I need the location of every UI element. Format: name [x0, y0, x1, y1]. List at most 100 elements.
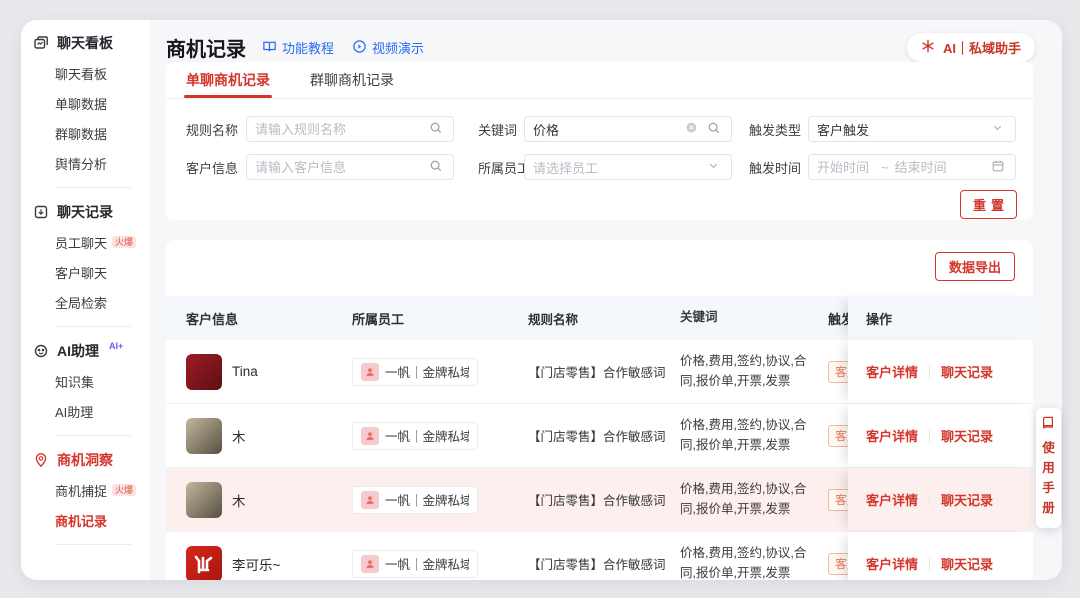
sidebar-group-opportunity-insight[interactable]: 商机洞察 [21, 445, 150, 475]
divider [929, 558, 930, 570]
customer-detail-link[interactable]: 客户详情 [866, 426, 918, 445]
sidebar-item-group-chat-data[interactable]: 群聊数据 [21, 118, 150, 148]
employee-chip[interactable]: 一帆｜金牌私域... [352, 550, 478, 578]
customer-name: Tina [232, 364, 258, 379]
trigger-type-select[interactable]: 客户触发 [808, 116, 1016, 142]
customer-info-input-box [246, 154, 454, 180]
employee-label: 所属员工 [478, 158, 530, 177]
sidebar-group-label: AI助理 [57, 341, 99, 361]
book-icon [262, 39, 278, 55]
actions-cell: 客户详情 聊天记录 [848, 532, 1033, 580]
divider [55, 435, 132, 436]
chat-record-link[interactable]: 聊天记录 [941, 426, 993, 445]
main-header: 商机记录 功能教程 视频演示 [166, 30, 1035, 64]
chat-record-link[interactable]: 聊天记录 [941, 362, 993, 381]
customer-name: 木 [232, 426, 246, 446]
start-time-input[interactable] [817, 160, 875, 175]
reset-button[interactable]: 重置 [960, 190, 1017, 219]
customer-info-label: 客户信息 [186, 158, 238, 177]
sidebar-item-customer-chat[interactable]: 客户聊天 [21, 257, 150, 287]
sidebar-item-opportunity-capture[interactable]: 商机捕捉 火爆 [21, 475, 150, 505]
divider [929, 430, 930, 442]
keyword-label: 关键词 [478, 120, 517, 139]
search-icon[interactable] [707, 121, 723, 137]
employee-chip[interactable]: 一帆｜金牌私域... [352, 358, 478, 386]
calendar-icon [991, 159, 1007, 175]
ai-logo-icon [921, 39, 937, 55]
keywords: 价格,费用,签约,协议,合同,报价单,开票,发票 [680, 352, 828, 391]
end-time-input[interactable] [895, 160, 985, 175]
table-row: Tina 一帆｜金牌私域... 【门店零售】合作敏感词 价格,费用,签约,协议,… [166, 340, 1033, 404]
table-card: 数据导出 客户信息 所属员工 规则名称 关键词 触发类型 操作 Tina [166, 240, 1033, 580]
sidebar-group-chat-records[interactable]: 聊天记录 [21, 197, 150, 227]
sidebar-item-opportunity-records[interactable]: 商机记录 [21, 505, 150, 535]
employee-chip[interactable]: 一帆｜金牌私域... [352, 486, 478, 514]
hot-badge: 火爆 [112, 236, 136, 249]
chat-record-link[interactable]: 聊天记录 [941, 490, 993, 509]
divider [55, 544, 132, 545]
rule-name: 【门店零售】合作敏感词 [528, 426, 680, 445]
divider [55, 187, 132, 188]
tabs: 单聊商机记录 群聊商机记录 [166, 62, 1033, 99]
column-header-employee: 所属员工 [352, 309, 528, 328]
tab-group-chat-records[interactable]: 群聊商机记录 [310, 62, 394, 98]
divider [929, 494, 930, 506]
sidebar-item-chat-board[interactable]: 聊天看板 [21, 58, 150, 88]
user-manual-widget[interactable]: 使用手册 [1036, 408, 1061, 528]
person-icon [361, 427, 379, 445]
person-icon [361, 363, 379, 381]
customer-name: 木 [232, 490, 246, 510]
hot-badge: 火爆 [112, 484, 136, 497]
customer-detail-link[interactable]: 客户详情 [866, 362, 918, 381]
play-circle-icon [352, 39, 368, 55]
customer-detail-link[interactable]: 客户详情 [866, 554, 918, 573]
customer-detail-link[interactable]: 客户详情 [866, 490, 918, 509]
sidebar-item-global-search[interactable]: 全局检索 [21, 287, 150, 317]
chat-record-link[interactable]: 聊天记录 [941, 554, 993, 573]
employee-chip[interactable]: 一帆｜金牌私域... [352, 422, 478, 450]
employee-select[interactable]: 请选择员工 [524, 154, 732, 180]
column-header-actions: 操作 [848, 296, 1033, 340]
rule-name-input-box [246, 116, 454, 142]
sidebar-group-chat-board[interactable]: 聊天看板 [21, 28, 150, 58]
divider [929, 366, 930, 378]
column-header-customer: 客户信息 [186, 309, 352, 328]
keyword-input[interactable] [533, 122, 679, 137]
app-window: 聊天看板 聊天看板 单聊数据 群聊数据 舆情分析 聊天记录 [0, 0, 1080, 598]
actions-cell: 客户详情 聊天记录 [848, 404, 1033, 467]
date-range-separator: ~ [881, 160, 889, 175]
tab-single-chat-records[interactable]: 单聊商机记录 [186, 62, 270, 98]
ai-assistant-icon [33, 343, 49, 359]
search-icon[interactable] [429, 159, 445, 175]
keywords: 价格,费用,签约,协议,合同,报价单,开票,发票 [680, 544, 828, 580]
sidebar-item-single-chat-data[interactable]: 单聊数据 [21, 88, 150, 118]
rule-name-label: 规则名称 [186, 120, 238, 139]
clear-circle-icon[interactable] [685, 121, 701, 137]
sidebar-item-ai-assistant[interactable]: AI助理 [21, 396, 150, 426]
customer-info-input[interactable] [255, 160, 423, 175]
customer-name: 李可乐~ [232, 554, 280, 574]
rule-name: 【门店零售】合作敏感词 [528, 490, 680, 509]
sidebar: 聊天看板 聊天看板 单聊数据 群聊数据 舆情分析 聊天记录 [21, 20, 150, 580]
sidebar-item-sentiment-analysis[interactable]: 舆情分析 [21, 148, 150, 178]
tutorial-link[interactable]: 功能教程 [262, 38, 334, 57]
records-table: 客户信息 所属员工 规则名称 关键词 触发类型 操作 Tina [166, 296, 1033, 580]
data-export-button[interactable]: 数据导出 [935, 252, 1015, 281]
sidebar-item-employee-chat[interactable]: 员工聊天 火爆 [21, 227, 150, 257]
trigger-time-range-picker[interactable]: ~ [808, 154, 1016, 180]
video-demo-link[interactable]: 视频演示 [352, 38, 424, 57]
trigger-type-label: 触发类型 [749, 120, 801, 139]
keywords: 价格,费用,签约,协议,合同,报价单,开票,发票 [680, 416, 828, 455]
person-icon [361, 555, 379, 573]
rule-name-input[interactable] [255, 122, 423, 137]
sidebar-group-ai-assistant[interactable]: AI助理 AI+ [21, 336, 150, 366]
manual-book-icon [1041, 416, 1057, 432]
search-icon[interactable] [429, 121, 445, 137]
column-header-rule: 规则名称 [528, 309, 680, 328]
sidebar-item-knowledge-set[interactable]: 知识集 [21, 366, 150, 396]
ai-private-assistant-button[interactable]: AI｜私域助手 [907, 33, 1035, 62]
table-row-highlighted: 木 一帆｜金牌私域... 【门店零售】合作敏感词 价格,费用,签约,协议,合同,… [166, 468, 1033, 532]
manual-label: 使用手册 [1042, 438, 1056, 518]
sidebar-group-label: 商机洞察 [57, 450, 113, 470]
actions-cell: 客户详情 聊天记录 [848, 468, 1033, 531]
